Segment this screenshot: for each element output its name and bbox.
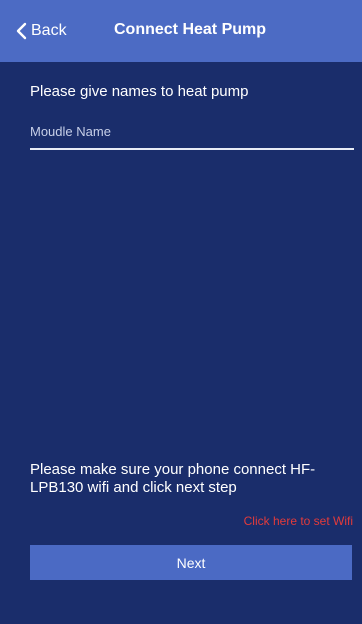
back-label: Back	[31, 22, 67, 39]
next-button[interactable]: Next	[30, 545, 352, 580]
module-name-input[interactable]	[30, 114, 354, 150]
wifi-hint-text: Please make sure your phone connect HF-L…	[30, 461, 316, 496]
navigation-bar: Back Connect Heat Pump	[0, 0, 362, 62]
set-wifi-link[interactable]: Click here to set Wifi	[244, 514, 353, 528]
page-title: Connect Heat Pump	[114, 21, 267, 38]
connect-heat-pump-screen: Back Connect Heat Pump Please give names…	[0, 0, 362, 624]
chevron-left-icon	[16, 22, 31, 40]
back-button[interactable]: Back	[16, 19, 67, 43]
name-prompt: Please give names to heat pump	[30, 83, 249, 100]
